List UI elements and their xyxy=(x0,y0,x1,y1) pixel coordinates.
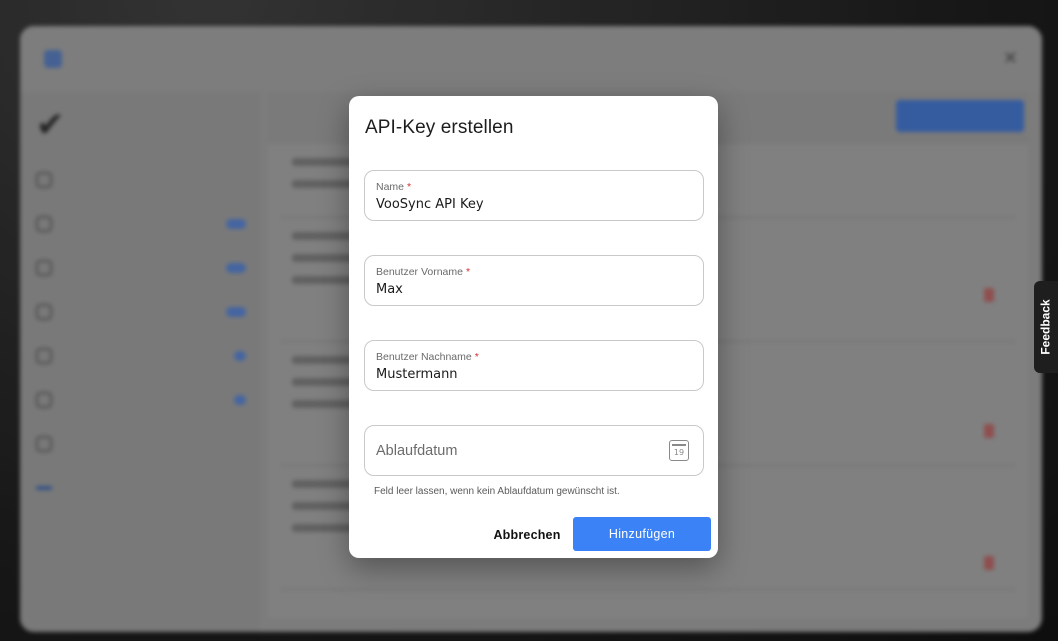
first-name-label-text: Benutzer Vorname xyxy=(376,266,463,278)
last-name-field[interactable]: Benutzer Nachname * Mustermann xyxy=(364,340,704,391)
calendar-icon[interactable]: 19 xyxy=(669,440,689,461)
first-name-field-label: Benutzer Vorname * xyxy=(376,266,470,278)
name-label-text: Name xyxy=(376,181,405,193)
add-button[interactable]: Hinzufügen xyxy=(573,517,711,551)
expiry-helper-text: Feld leer lassen, wenn kein Ablaufdatum … xyxy=(374,486,620,497)
name-field-label: Name * xyxy=(376,181,411,193)
calendar-icon-day: 19 xyxy=(673,448,685,457)
name-field[interactable]: Name * VooSync API Key xyxy=(364,170,704,221)
expiry-date-placeholder: Ablaufdatum xyxy=(376,443,458,459)
first-name-input[interactable]: Max xyxy=(376,282,686,297)
feedback-tab[interactable]: Feedback xyxy=(1034,281,1058,373)
last-name-field-label: Benutzer Nachname * xyxy=(376,351,479,363)
last-name-input[interactable]: Mustermann xyxy=(376,367,686,382)
required-mark: * xyxy=(474,351,479,363)
dialog-title: API-Key erstellen xyxy=(365,117,514,138)
feedback-label: Feedback xyxy=(1039,299,1054,355)
first-name-field[interactable]: Benutzer Vorname * Max xyxy=(364,255,704,306)
create-api-key-dialog: API-Key erstellen Name * VooSync API Key … xyxy=(349,96,718,558)
last-name-label-text: Benutzer Nachname xyxy=(376,351,472,363)
cancel-button[interactable]: Abbrechen xyxy=(487,520,567,550)
required-mark: * xyxy=(407,181,412,193)
expiry-date-field[interactable]: Ablaufdatum 19 xyxy=(364,425,704,476)
name-input[interactable]: VooSync API Key xyxy=(376,197,686,212)
required-mark: * xyxy=(465,266,471,278)
